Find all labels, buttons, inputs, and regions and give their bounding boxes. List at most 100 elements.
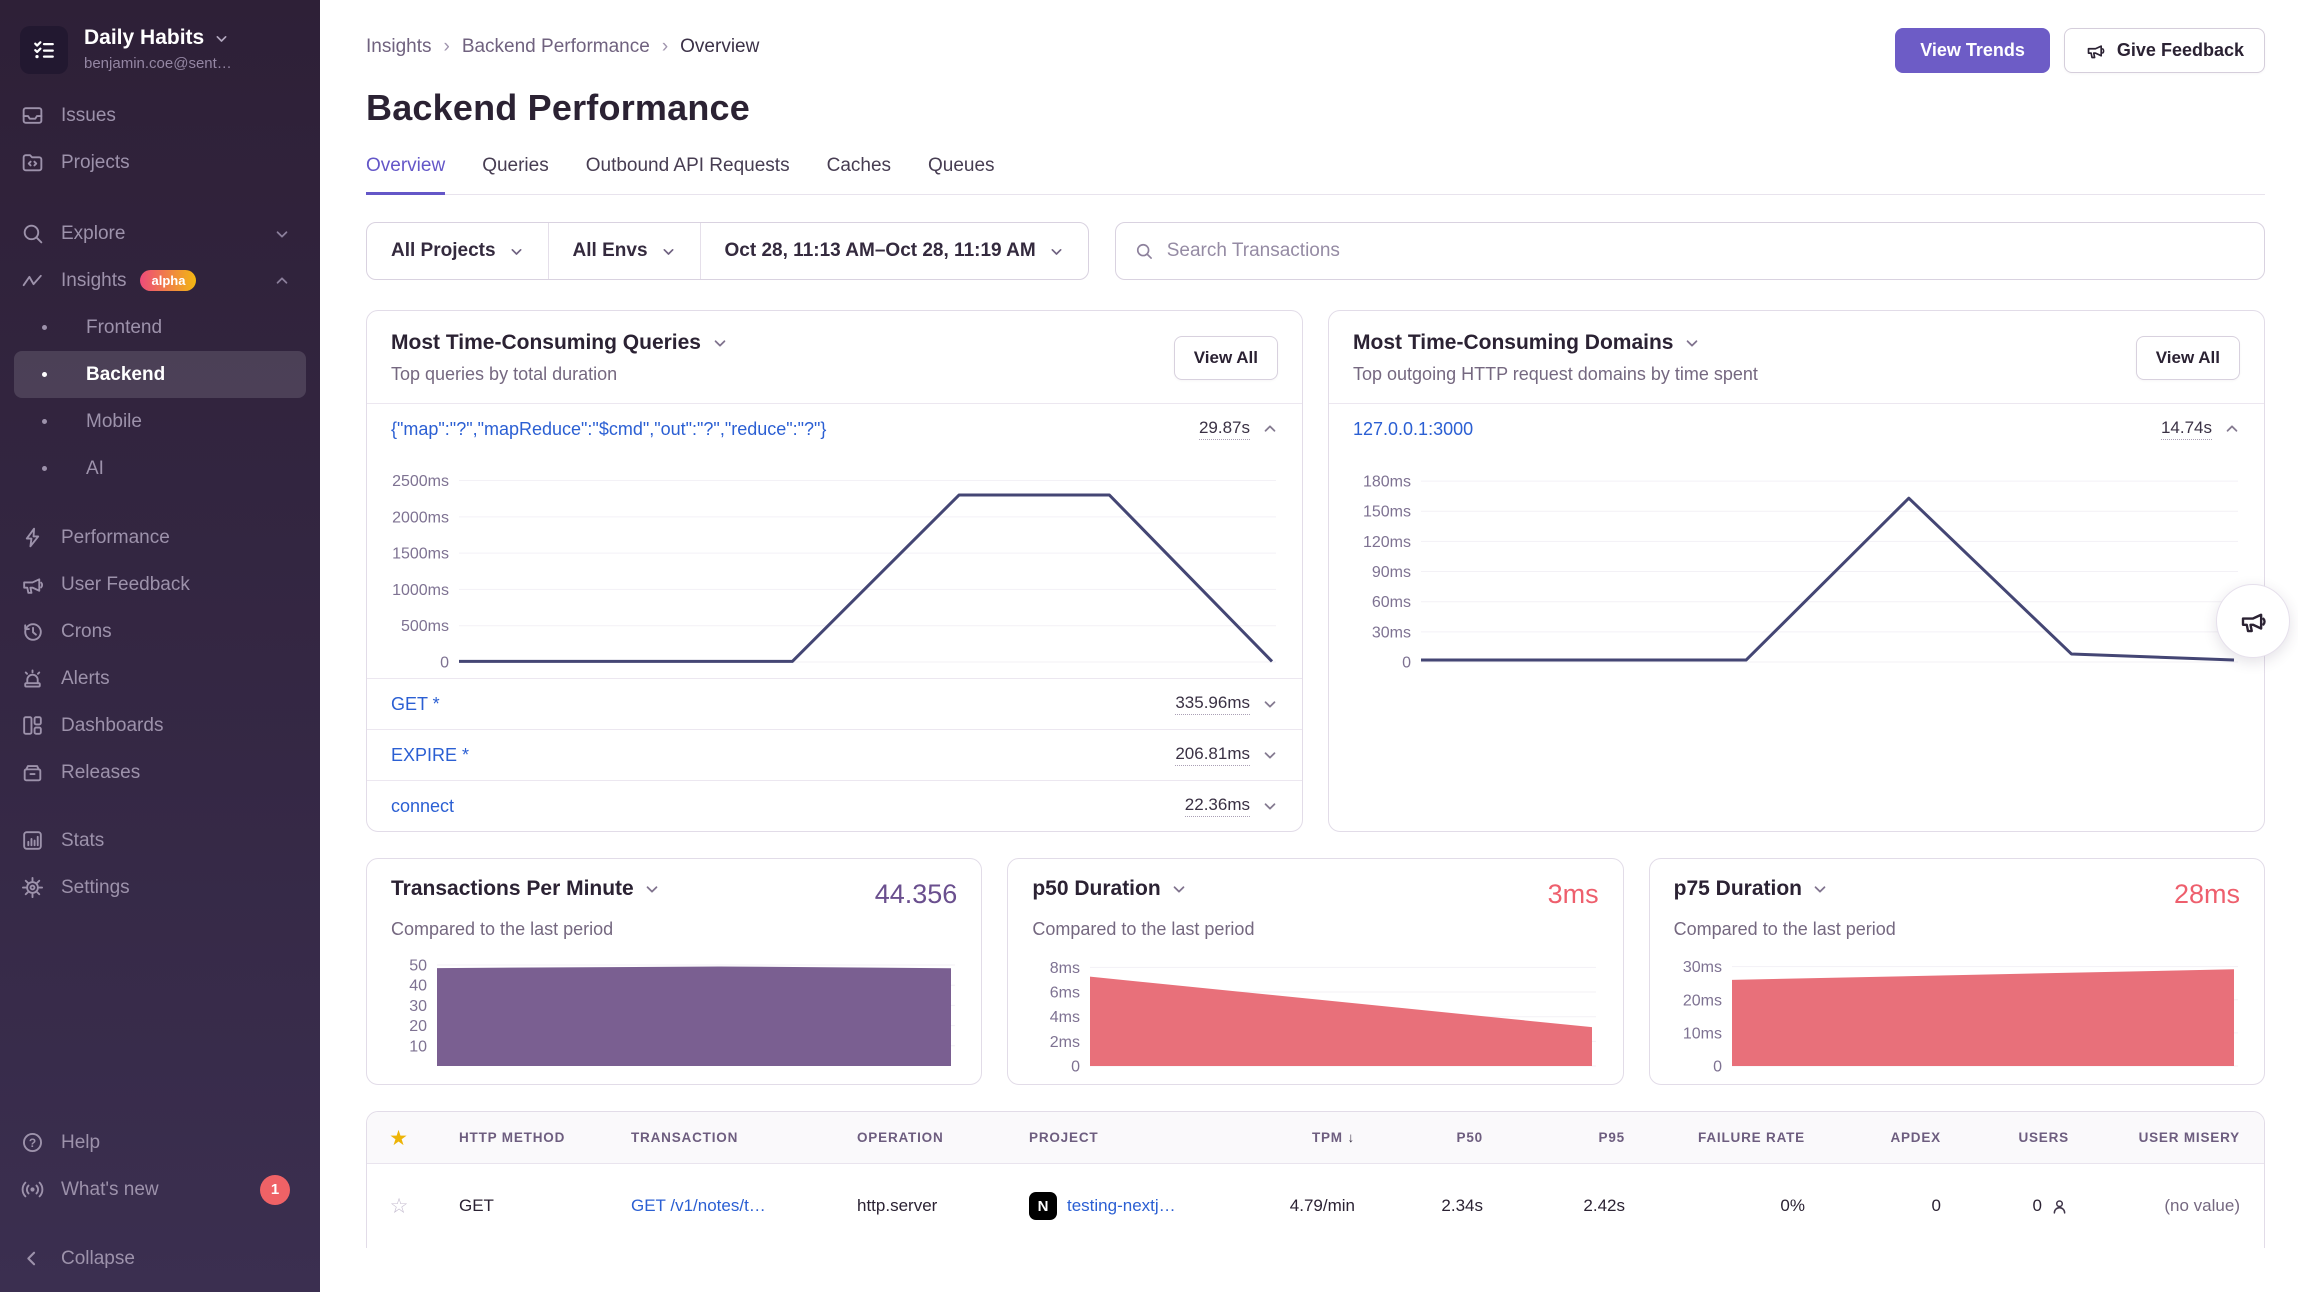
sidebar-item-label: Frontend	[86, 317, 162, 339]
most-time-consuming-domains-panel: Most Time-Consuming Domains Top outgoing…	[1328, 310, 2265, 832]
query-row: GET * 335.96ms	[367, 678, 1302, 729]
svg-text:1500ms: 1500ms	[392, 546, 449, 563]
sidebar-item-label: Releases	[61, 762, 140, 784]
tab-queues[interactable]: Queues	[928, 155, 995, 195]
sidebar-item-backend[interactable]: Backend	[14, 351, 306, 398]
chevron-down-icon[interactable]	[1171, 881, 1187, 897]
tpm-card: Transactions Per Minute 44.356 Compared …	[366, 858, 982, 1085]
sidebar-item-label: Explore	[61, 223, 125, 245]
svg-text:30ms: 30ms	[1372, 624, 1411, 641]
org-email: benjamin.coe@sent…	[84, 55, 232, 72]
chevron-down-icon[interactable]	[1262, 798, 1278, 814]
search-input[interactable]	[1167, 240, 2246, 262]
col-transaction[interactable]: TRANSACTION	[603, 1130, 829, 1145]
sidebar-item-dashboards[interactable]: Dashboards	[0, 702, 320, 749]
query-duration-value: 206.81ms	[1175, 744, 1250, 766]
col-http-method[interactable]: HTTP METHOD	[431, 1130, 603, 1145]
star-outline-icon[interactable]: ☆	[367, 1194, 431, 1218]
nextjs-project-icon: N	[1029, 1192, 1057, 1220]
query-link[interactable]: EXPIRE *	[391, 745, 469, 766]
queries-view-all-button[interactable]: View All	[1174, 336, 1278, 380]
sidebar-item-mobile[interactable]: Mobile	[0, 398, 320, 445]
sidebar-item-whats-new[interactable]: What's new 1	[0, 1166, 320, 1213]
col-operation[interactable]: OPERATION	[829, 1130, 1001, 1145]
query-link[interactable]: {"map":"?","mapReduce":"$cmd","out":"?",…	[391, 419, 826, 440]
give-feedback-button[interactable]: Give Feedback	[2064, 28, 2265, 73]
col-user-misery[interactable]: USER MISERY	[2093, 1130, 2264, 1145]
siren-icon	[20, 666, 45, 691]
chevron-down-icon[interactable]	[1262, 696, 1278, 712]
query-row: connect 22.36ms	[367, 780, 1302, 831]
tab-overview[interactable]: Overview	[366, 155, 445, 195]
col-apdex[interactable]: APDEX	[1829, 1130, 1965, 1145]
sidebar-item-stats[interactable]: Stats	[0, 817, 320, 864]
sidebar-item-releases[interactable]: Releases	[0, 749, 320, 796]
chevron-up-icon	[274, 273, 290, 289]
p50-value: 3ms	[1548, 879, 1599, 910]
sidebar: Daily Habits benjamin.coe@sent… Issues P…	[0, 0, 320, 1292]
sidebar-item-crons[interactable]: Crons	[0, 608, 320, 655]
sidebar-item-alerts[interactable]: Alerts	[0, 655, 320, 702]
bullet-dot	[42, 466, 47, 471]
org-switcher[interactable]: Daily Habits benjamin.coe@sent…	[0, 0, 320, 74]
project-link[interactable]: testing-nextj…	[1067, 1196, 1176, 1216]
breadcrumb-separator: ›	[443, 36, 449, 58]
chevron-up-icon[interactable]	[1262, 421, 1278, 437]
sidebar-item-frontend[interactable]: Frontend	[0, 304, 320, 351]
chevron-up-icon[interactable]	[2224, 421, 2240, 437]
breadcrumb-insights[interactable]: Insights	[366, 36, 431, 58]
breadcrumb-backend-performance[interactable]: Backend Performance	[462, 36, 650, 58]
sidebar-item-settings[interactable]: Settings	[0, 864, 320, 911]
cell-http-method: GET	[431, 1196, 603, 1216]
sidebar-item-insights[interactable]: Insights alpha	[0, 257, 320, 304]
chevron-down-icon[interactable]	[712, 335, 728, 351]
floating-feedback-button[interactable]	[2216, 584, 2290, 658]
chevron-down-icon[interactable]	[1684, 335, 1700, 351]
chevron-down-icon[interactable]	[1812, 881, 1828, 897]
tpm-card-subtitle: Compared to the last period	[391, 919, 957, 940]
environment-filter-dropdown[interactable]: All Envs	[548, 223, 700, 279]
sidebar-item-help[interactable]: ? Help	[0, 1119, 320, 1166]
tab-caches[interactable]: Caches	[827, 155, 891, 195]
insights-pulse-icon	[20, 268, 45, 293]
sidebar-item-projects[interactable]: Projects	[0, 139, 320, 186]
col-p95[interactable]: P95	[1507, 1130, 1649, 1145]
tpm-area-chart: 5040302010	[391, 952, 957, 1072]
col-project[interactable]: PROJECT	[1001, 1130, 1249, 1145]
svg-text:?: ?	[29, 1136, 36, 1150]
environment-filter-label: All Envs	[573, 240, 648, 262]
svg-text:6ms: 6ms	[1050, 985, 1080, 1002]
col-tpm[interactable]: TPM ↓	[1249, 1130, 1379, 1145]
sidebar-item-label: Performance	[61, 527, 170, 549]
tpm-card-title: Transactions Per Minute	[391, 877, 634, 901]
query-link[interactable]: connect	[391, 796, 454, 817]
sidebar-item-ai[interactable]: AI	[0, 445, 320, 492]
p75-area-chart: 30ms20ms10ms0	[1674, 952, 2240, 1072]
sidebar-item-label: Crons	[61, 621, 112, 643]
bullet-dot	[42, 419, 47, 424]
sidebar-item-explore[interactable]: Explore	[0, 210, 320, 257]
megaphone-icon	[2085, 40, 2106, 61]
transaction-link[interactable]: GET /v1/notes/t…	[603, 1196, 829, 1216]
col-users[interactable]: USERS	[1965, 1130, 2093, 1145]
domains-view-all-button[interactable]: View All	[2136, 336, 2240, 380]
sidebar-item-label: What's new	[61, 1179, 159, 1201]
sidebar-item-performance[interactable]: Performance	[0, 514, 320, 561]
sidebar-item-label: Projects	[61, 152, 130, 174]
project-filter-dropdown[interactable]: All Projects	[367, 223, 548, 279]
chevron-down-icon[interactable]	[1262, 747, 1278, 763]
sidebar-item-user-feedback[interactable]: User Feedback	[0, 561, 320, 608]
star-filled-icon[interactable]: ★	[367, 1126, 431, 1150]
sidebar-collapse-button[interactable]: Collapse	[0, 1235, 320, 1282]
chevron-down-icon[interactable]	[644, 881, 660, 897]
tab-outbound-api-requests[interactable]: Outbound API Requests	[586, 155, 790, 195]
view-trends-button[interactable]: View Trends	[1895, 28, 2050, 73]
domain-link[interactable]: 127.0.0.1:3000	[1353, 419, 1473, 440]
query-link[interactable]: GET *	[391, 694, 440, 715]
sidebar-item-issues[interactable]: Issues	[0, 92, 320, 139]
col-p50[interactable]: P50	[1379, 1130, 1507, 1145]
tab-queries[interactable]: Queries	[482, 155, 549, 195]
col-failure-rate[interactable]: FAILURE RATE	[1649, 1130, 1829, 1145]
domain-row-expanded: 127.0.0.1:3000 14.74s	[1329, 403, 2264, 454]
date-range-dropdown[interactable]: Oct 28, 11:13 AM–Oct 28, 11:19 AM	[700, 223, 1088, 279]
